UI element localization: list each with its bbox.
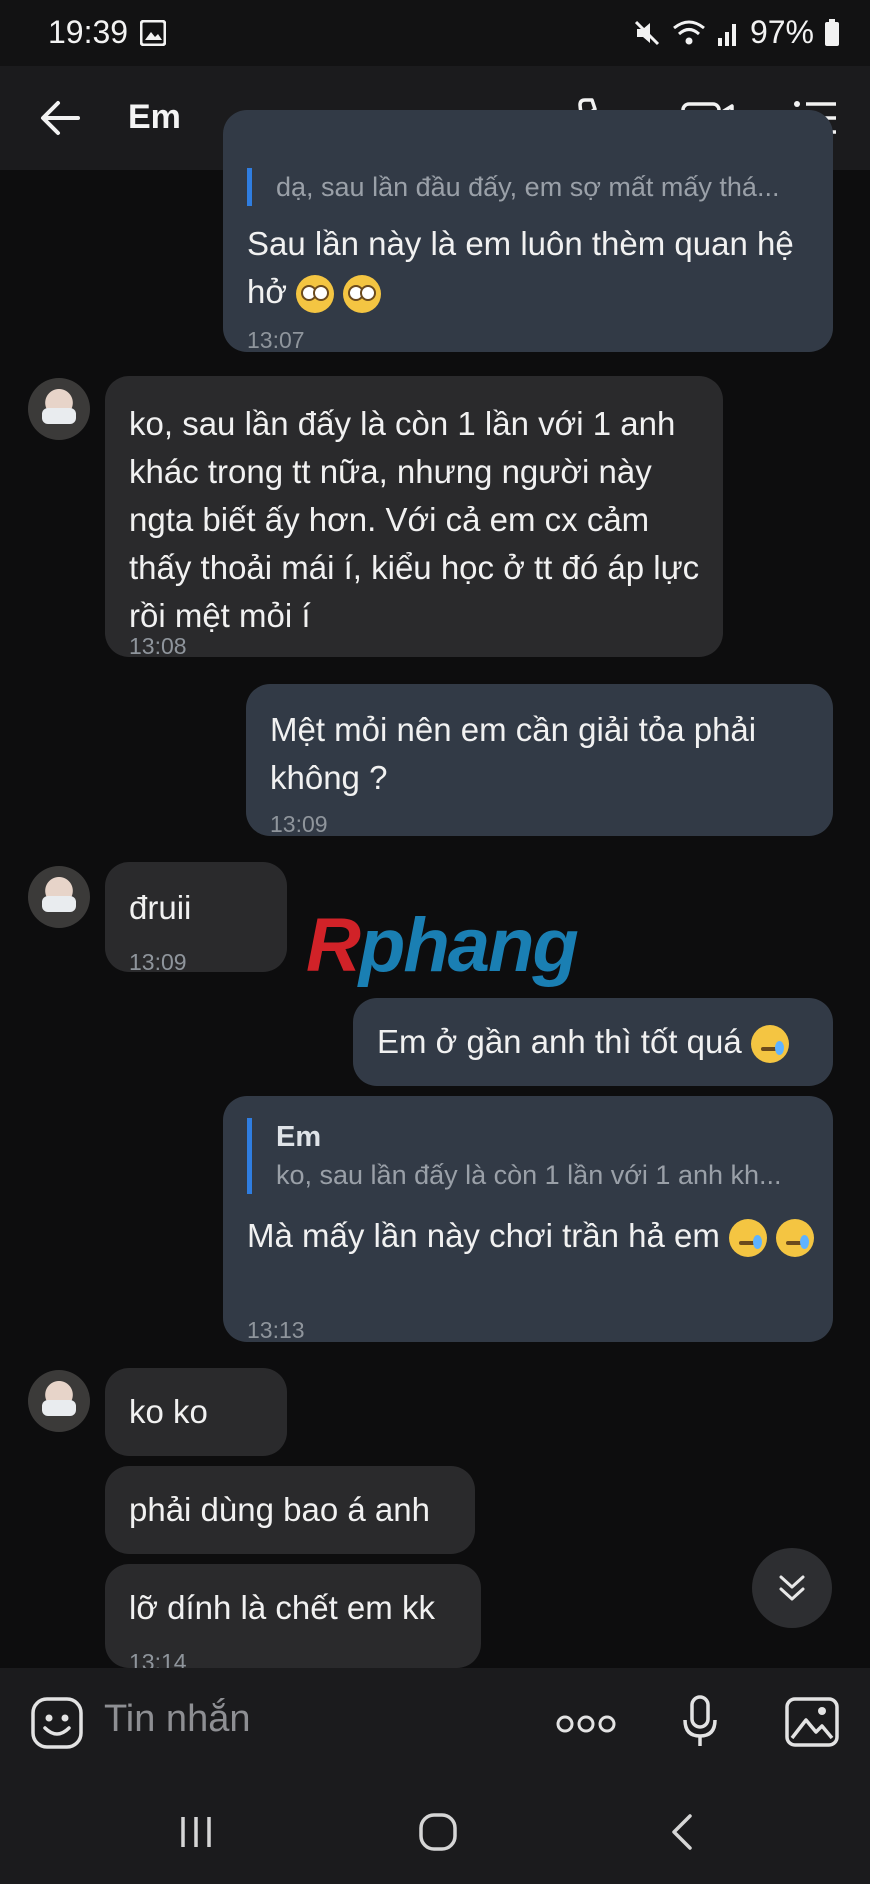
more-icon[interactable] <box>556 1712 616 1736</box>
reply-quote[interactable]: Em ko, sau lần đấy là còn 1 lần với 1 an… <box>247 1118 807 1194</box>
incoming-message[interactable]: phải dùng bao á anh <box>105 1466 475 1554</box>
system-navigation-bar <box>0 1780 870 1884</box>
photo-notification-icon <box>140 20 166 46</box>
scroll-to-bottom-button[interactable] <box>752 1548 832 1628</box>
home-icon[interactable] <box>418 1812 458 1852</box>
smiling-face-with-tear-emoji-icon <box>729 1219 768 1258</box>
avatar[interactable] <box>28 378 90 440</box>
message-text: lỡ dính là chết em kk <box>129 1589 435 1626</box>
outgoing-message[interactable]: Em ko, sau lần đấy là còn 1 lần với 1 an… <box>223 1096 833 1343</box>
message-text: phải dùng bao á anh <box>129 1491 430 1528</box>
status-icons: 97% <box>632 14 840 51</box>
message-input[interactable]: Tin nhắn <box>104 1698 250 1741</box>
gallery-icon[interactable] <box>784 1696 840 1748</box>
quote-text: ko, sau lần đấy là còn 1 lần với 1 anh k… <box>276 1160 782 1190</box>
back-arrow-icon[interactable] <box>38 96 82 140</box>
message-text: ko ko <box>129 1393 208 1430</box>
message-time: 13:09 <box>129 949 187 975</box>
recent-apps-icon[interactable] <box>178 1814 214 1850</box>
message-text: Em ở gần anh thì tốt quá <box>377 1023 742 1060</box>
outgoing-message[interactable]: dạ, sau lần đầu đấy, em sợ mất mấy thá..… <box>223 110 833 353</box>
battery-icon <box>825 18 839 46</box>
incoming-message[interactable]: ko ko <box>105 1368 287 1456</box>
outgoing-message[interactable]: Mệt mỏi nên em cần giải tỏa phải không ?… <box>246 684 833 837</box>
emoji-icon[interactable] <box>30 1696 84 1750</box>
quote-text: dạ, sau lần đầu đấy, em sợ mất mấy thá..… <box>276 172 780 202</box>
outgoing-message[interactable]: Em ở gần anh thì tốt quá <box>353 998 833 1086</box>
contact-name[interactable]: Em <box>128 98 181 137</box>
reply-quote[interactable]: dạ, sau lần đầu đấy, em sợ mất mấy thá..… <box>247 168 807 206</box>
pleading-face-emoji-icon <box>343 275 382 314</box>
message-time: 13:13 <box>247 1317 305 1343</box>
avatar[interactable] <box>28 1370 90 1432</box>
message-composer: Tin nhắn <box>0 1668 870 1780</box>
watermark-logo: Rphang <box>306 903 579 988</box>
message-time: 13:08 <box>129 633 187 659</box>
status-bar: 19:39 97% <box>0 0 870 66</box>
message-text: Mà mấy lần này chơi trần hả em <box>247 1217 720 1254</box>
message-text: đruii <box>129 889 192 926</box>
chevron-down-icon <box>779 1575 805 1601</box>
message-text: ko, sau lần đấy là còn 1 lần với 1 anh k… <box>129 405 700 634</box>
avatar[interactable] <box>28 866 90 928</box>
quote-sender: Em <box>276 1121 322 1153</box>
status-time: 19:39 <box>48 14 129 50</box>
message-time: 13:07 <box>247 327 305 353</box>
message-time: 13:09 <box>270 811 328 837</box>
incoming-message[interactable]: ko, sau lần đấy là còn 1 lần với 1 anh k… <box>105 376 723 659</box>
mic-icon[interactable] <box>680 1694 720 1750</box>
signal-icon <box>717 23 736 46</box>
incoming-message[interactable]: lỡ dính là chết em kk 13:14 <box>105 1564 481 1675</box>
smiling-face-with-tear-emoji-icon <box>776 1219 815 1258</box>
back-nav-icon[interactable] <box>666 1812 696 1852</box>
incoming-message[interactable]: đruii 13:09 <box>105 862 287 975</box>
message-text: Mệt mỏi nên em cần giải tỏa phải không ? <box>270 711 757 796</box>
mute-icon <box>634 20 660 45</box>
pleading-face-emoji-icon <box>296 275 335 314</box>
battery-percent: 97% <box>749 14 814 50</box>
smiling-face-with-tear-emoji-icon <box>750 1025 789 1064</box>
wifi-icon <box>673 20 705 44</box>
